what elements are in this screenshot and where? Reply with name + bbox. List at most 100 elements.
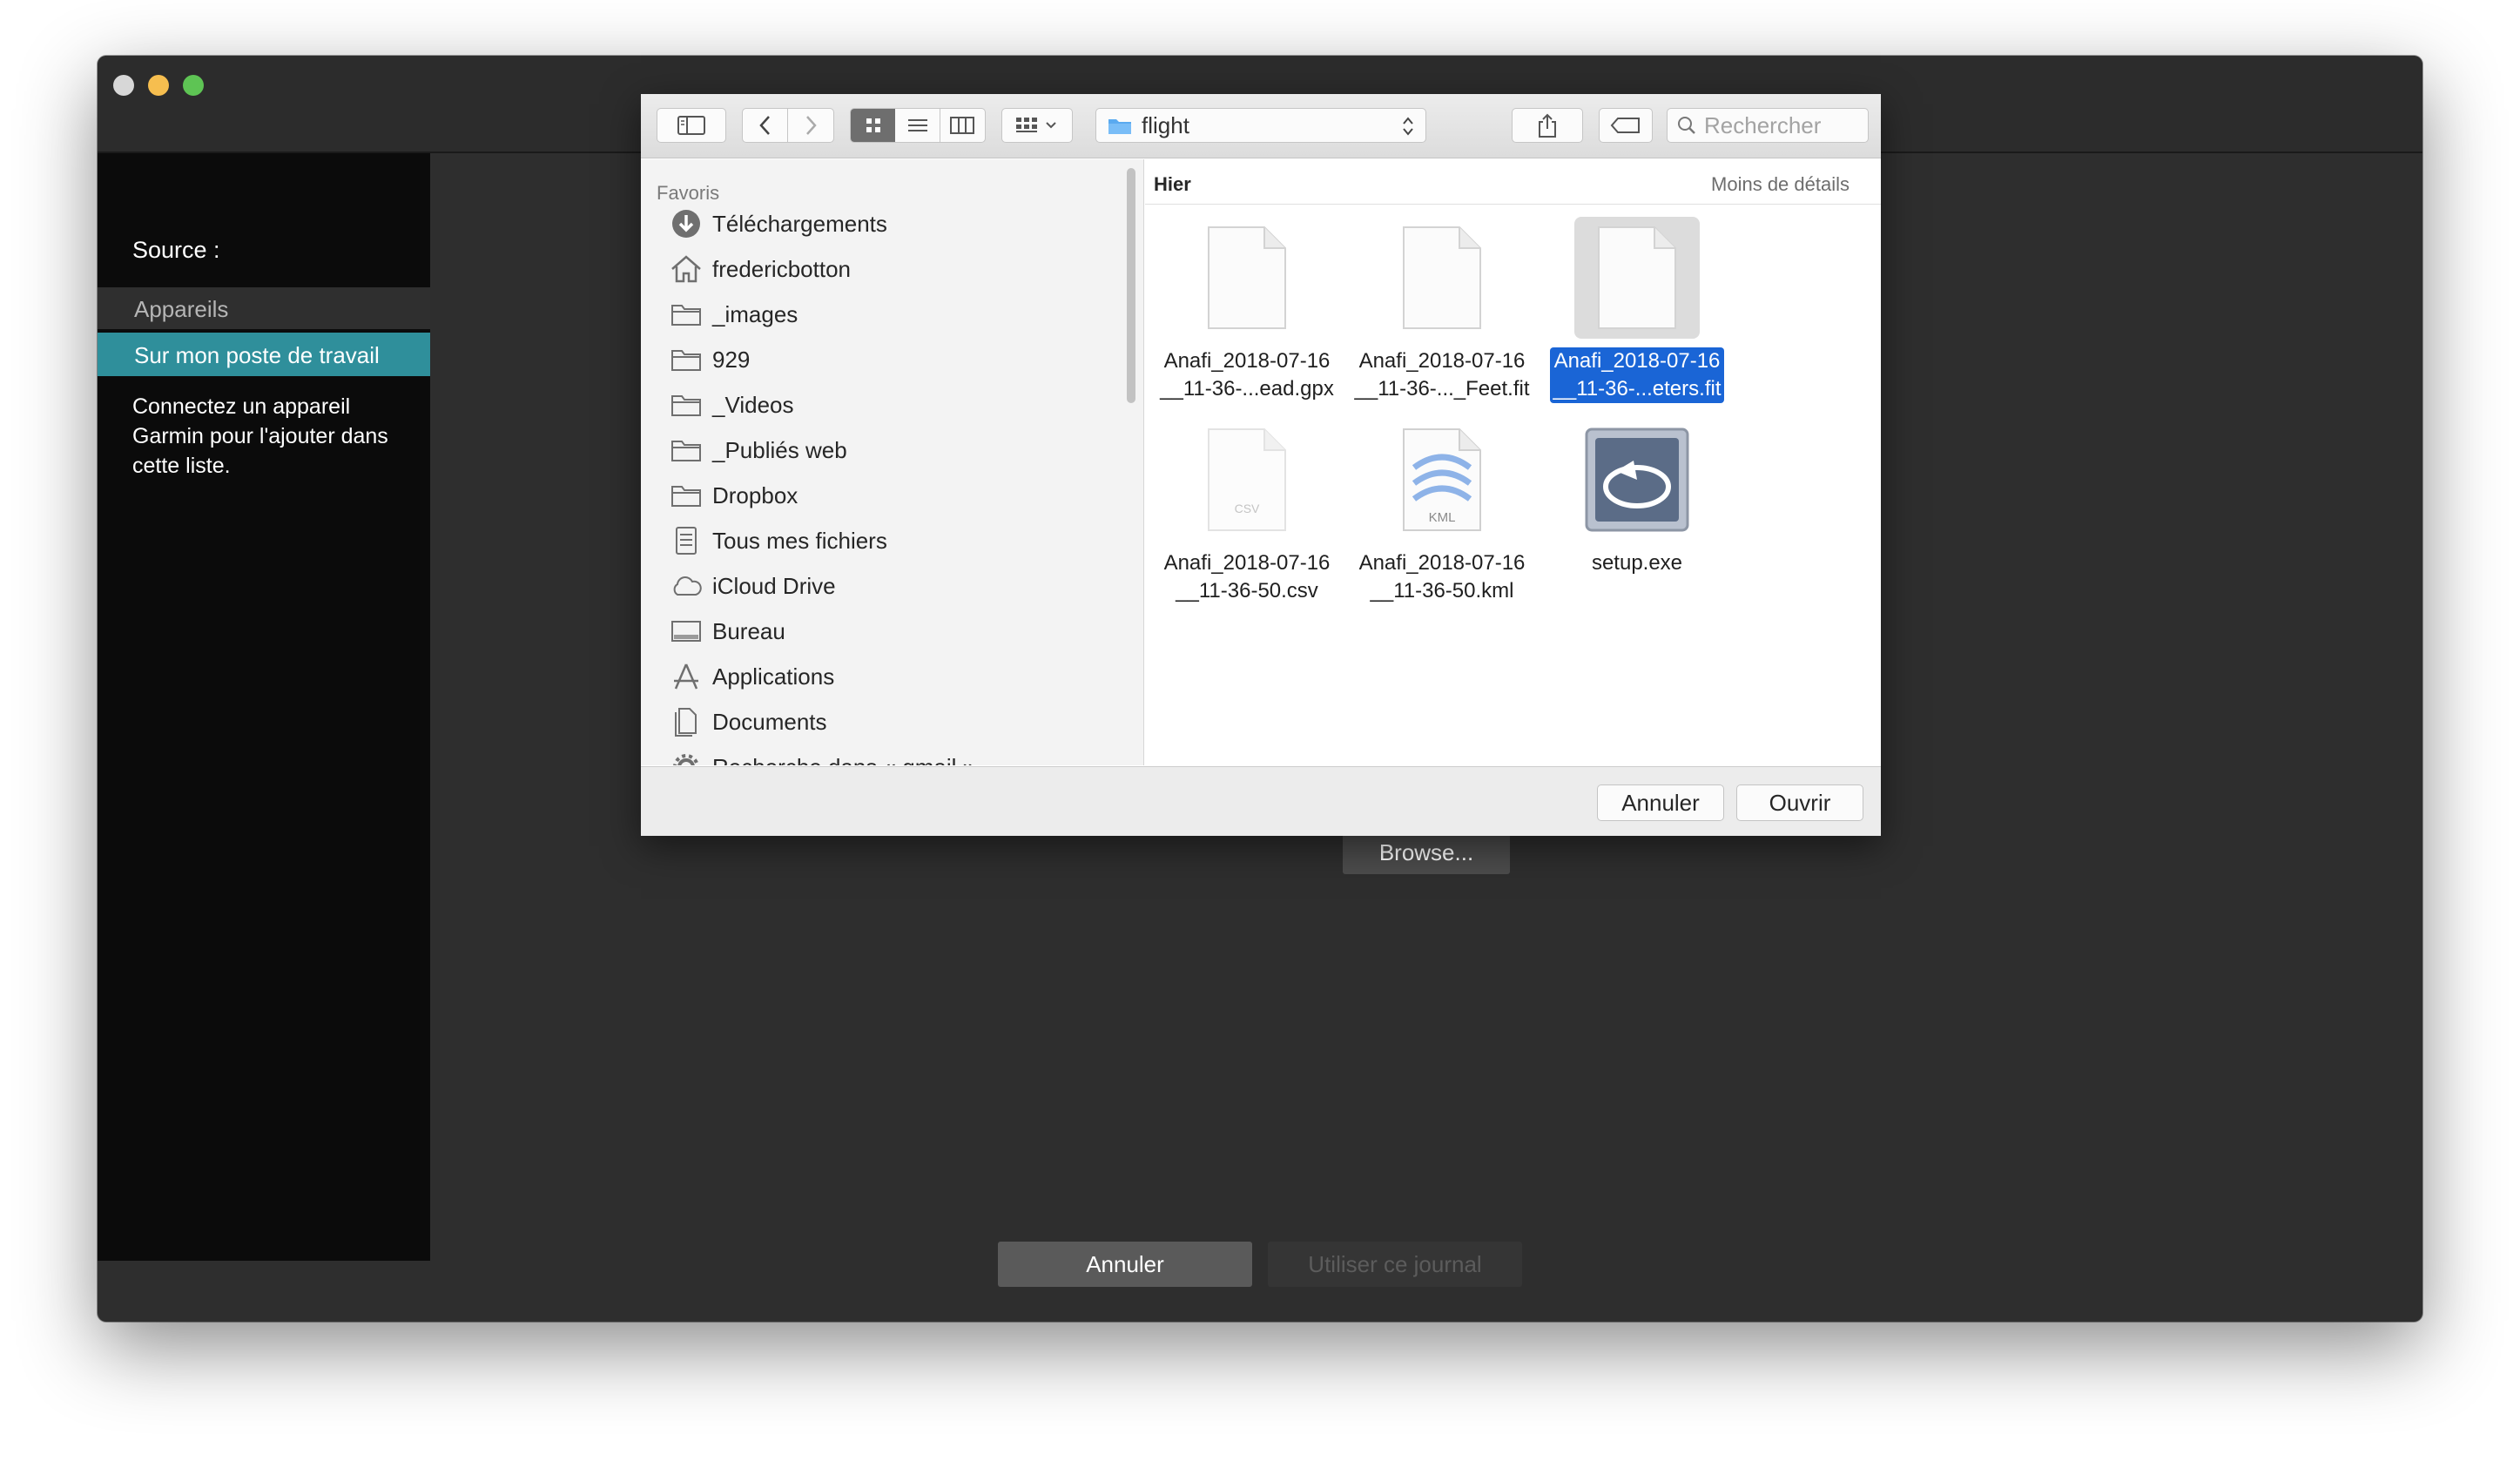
file-name: Anafi_2018-07-16 __11-36-50.csv [1163,551,1331,603]
csv-badge: CSV [1235,502,1260,515]
sidebar-item-dropbox[interactable]: Dropbox [669,478,798,513]
share-button[interactable] [1512,108,1583,143]
file-name: Anafi_2018-07-16 __11-36-...ead.gpx [1160,349,1334,401]
chevron-right-icon [806,116,817,135]
sidebar-toggle-button[interactable] [657,108,726,143]
source-sidebar: Source : Appareils Sur mon poste de trav… [98,153,430,1261]
current-folder-name: flight [1142,111,1189,138]
group-by-button[interactable] [1001,108,1073,143]
sidebar-scrollbar[interactable] [1127,168,1135,403]
sidebar-item-desktop[interactable]: Bureau [669,614,785,649]
file-name: Anafi_2018-07-16 __11-36-50.kml [1358,551,1526,603]
sidebar-item-workstation[interactable]: Sur mon poste de travail [98,333,430,376]
sidebar-section-devices: Appareils [98,287,430,329]
sidebar-item-smart-search[interactable]: Recherche dans « gmail » [669,750,975,765]
chevron-left-icon [758,116,770,135]
forward-button[interactable] [788,109,833,142]
executable-icon [1574,419,1700,541]
sidebar-item-label: fredericbotton [712,255,851,282]
kml-file-icon: KML [1379,419,1505,541]
sidebar-item-applications[interactable]: Applications [669,659,834,694]
document-icon [1379,217,1505,339]
file-item[interactable]: Anafi_2018-07-16 __11-36-...ead.gpx [1156,217,1338,403]
all-files-icon [676,527,697,555]
group-label: Hier [1154,173,1191,195]
open-file-dialog: flight Rechercher Favoris Téléchargement… [641,94,1881,836]
open-button[interactable]: Ouvrir [1736,784,1863,821]
dialog-toolbar: flight Rechercher [641,94,1881,158]
location-popup[interactable]: flight [1095,108,1426,143]
sidebar-item-published-web[interactable]: _Publiés web [669,433,847,468]
file-name: Anafi_2018-07-16 __11-36-..._Feet.fit [1354,349,1530,401]
home-icon [671,255,701,283]
toggle-details-link[interactable]: Moins de détails [1711,173,1850,196]
icon-view-icon [866,118,880,132]
group-grid-icon [1016,118,1056,132]
document-icon [1184,217,1310,339]
file-name: setup.exe [1591,551,1683,575]
kml-badge: KML [1429,510,1456,525]
desktop-icon [671,621,701,642]
sidebar-item-downloads[interactable]: Téléchargements [669,206,887,241]
view-mode-selector [850,108,986,143]
zoom-window-button[interactable] [183,75,204,96]
sidebar-item-label: Téléchargements [712,210,887,237]
column-view-icon [950,117,975,134]
file-item-selected[interactable]: Anafi_2018-07-16 __11-36-...eters.fit [1546,217,1728,403]
file-item[interactable]: CSV Anafi_2018-07-16 __11-36-50.csv [1156,419,1338,605]
sidebar-item-label: Tous mes fichiers [712,527,887,554]
applications-icon [674,663,698,690]
favorites-header: Favoris [657,182,720,204]
sidebar-item-label: Applications [712,663,835,690]
source-label: Source : [132,237,220,263]
sidebar-item-label: _images [712,300,798,327]
search-placeholder: Rechercher [1704,111,1822,138]
favorites-sidebar: Favoris Téléchargements fredericbotton _… [641,159,1144,765]
file-item[interactable]: setup.exe [1546,419,1728,577]
back-button[interactable] [743,109,788,142]
tag-icon [1610,118,1640,133]
tag-button[interactable] [1599,108,1653,143]
folder-icon [671,441,701,461]
sidebar-item-all-files[interactable]: Tous mes fichiers [669,523,887,558]
file-item[interactable]: KML Anafi_2018-07-16 __11-36-50.kml [1351,419,1533,605]
sidebar-item-929[interactable]: 929 [669,342,750,377]
share-icon [1539,113,1556,138]
cloud-icon [673,576,702,596]
list-view-button[interactable] [895,109,940,142]
cancel-button[interactable]: Annuler [998,1242,1252,1287]
file-browser: Hier Moins de détails Anafi_2018-07-16 _… [1145,159,1881,765]
sidebar-item-label: _Videos [712,391,794,418]
browse-button[interactable]: Browse... [1343,831,1510,874]
sidebar-item-label: _Publiés web [712,436,847,463]
group-header: Hier Moins de détails [1145,159,1881,205]
smart-folder-icon [673,754,699,765]
dialog-cancel-button[interactable]: Annuler [1597,784,1724,821]
search-icon [1678,117,1695,134]
close-window-button[interactable] [113,75,134,96]
sidebar-item-images[interactable]: _images [669,297,798,332]
sidebar-item-home[interactable]: fredericbotton [669,252,851,286]
csv-file-icon: CSV [1184,419,1310,541]
folder-icon [1108,119,1131,134]
sidebar-item-label: 929 [712,346,751,373]
sidebar-item-icloud[interactable]: iCloud Drive [669,569,836,603]
sidebar-item-videos[interactable]: _Videos [669,387,794,422]
dialog-footer: Annuler Ouvrir [641,766,1881,836]
folder-icon [671,486,701,507]
search-input[interactable]: Rechercher [1667,108,1869,143]
icon-view-button[interactable] [851,109,896,142]
file-item[interactable]: Anafi_2018-07-16 __11-36-..._Feet.fit [1351,217,1533,403]
folder-icon [671,395,701,416]
file-name: Anafi_2018-07-16 __11-36-...eters.fit [1549,347,1725,403]
document-icon [1574,217,1700,339]
sidebar-item-documents[interactable]: Documents [669,704,827,739]
sidebar-hint-text: Connectez un appareil Garmin pour l'ajou… [132,394,388,478]
sidebar-item-label: Recherche dans « gmail » [712,754,975,766]
updown-chevron-icon [1403,117,1413,136]
use-log-button[interactable]: Utiliser ce journal [1268,1242,1522,1287]
column-view-button[interactable] [940,109,985,142]
navigation-buttons [742,108,834,143]
sidebar-item-label: Documents [712,708,827,735]
minimize-window-button[interactable] [148,75,169,96]
